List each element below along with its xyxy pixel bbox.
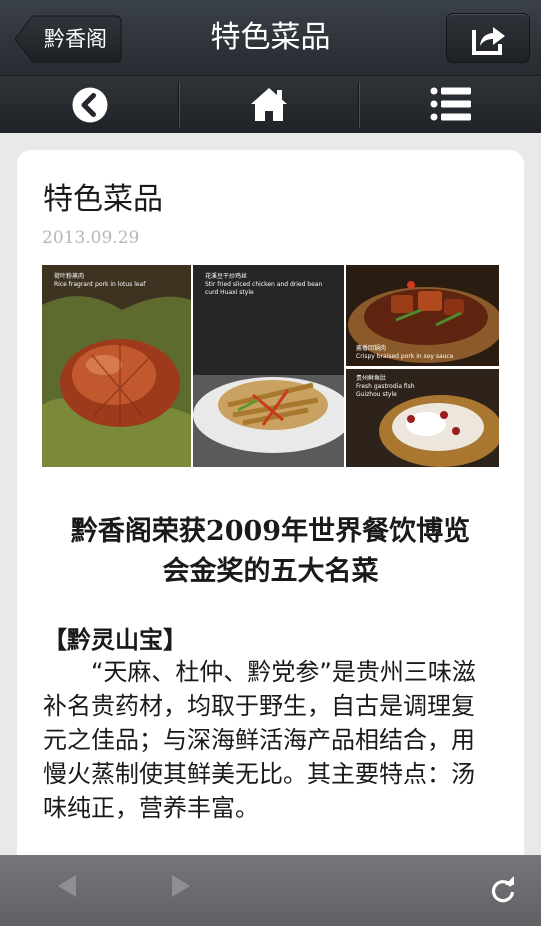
chevron-left-circle-icon: [72, 87, 108, 123]
photo-caption-cn: 酱香回锅肉: [356, 345, 387, 352]
photo-caption-cn: 荷叶粉蒸肉: [54, 273, 85, 280]
article-card: 特色菜品 2013.09.29 荷叶粉蒸肉 Rice fragrant pork…: [17, 150, 524, 870]
nav-menu-button[interactable]: [360, 76, 540, 133]
photo-caption-cn: 贵州鲜鱼肚: [356, 375, 387, 382]
title-bar: 黔香阁 特色菜品: [0, 0, 541, 76]
nav-home-button[interactable]: [180, 76, 360, 133]
photo-caption-cn: 花溪豆干炒鸡丝: [205, 273, 248, 280]
dish-photo-chicken-tofu: 花溪豆干炒鸡丝 Stir fried sliced chicken and dr…: [193, 265, 344, 467]
photo-caption-en: Rice fragrant pork in lotus leaf: [54, 281, 146, 288]
dish-photo-lotus-pork: 荷叶粉蒸肉 Rice fragrant pork in lotus leaf: [42, 265, 191, 467]
share-icon: [472, 27, 505, 55]
article-body-text: “天麻、杜仲、黔党参”是贵州三味滋补名贵药材，均取于野生，自古是调理复元之佳品；…: [43, 658, 476, 822]
photo-caption-en: Fresh gastrodia fish Guizhou style: [356, 383, 415, 398]
refresh-icon[interactable]: [490, 876, 516, 904]
share-button[interactable]: [446, 13, 530, 63]
lotus-pork-image: [42, 265, 191, 467]
nav-back-button[interactable]: [0, 76, 180, 133]
headline-line: 会金奖的五大名菜: [162, 556, 379, 587]
arrow-right-icon[interactable]: [170, 873, 192, 899]
section-title: 【黔灵山宝】: [43, 626, 187, 654]
bottom-toolbar: [0, 855, 541, 926]
nav-bar: [0, 76, 541, 133]
photo-caption-en: Crispy braised pork in soy sauce: [356, 353, 454, 360]
article-title: 特色菜品: [43, 182, 163, 217]
article-date: 2013.09.29: [42, 228, 140, 248]
headline-line: 黔香阁荣获2009年世界餐饮博览: [70, 516, 471, 547]
dish-photo-braised-pork: 酱香回锅肉 Crispy braised pork in soy sauce: [346, 265, 499, 366]
arrow-left-icon[interactable]: [56, 873, 78, 899]
article-headline: 黔香阁荣获2009年世界餐饮博览 会金奖的五大名菜: [17, 512, 524, 592]
photo-caption-en: Stir fried sliced chicken and dried bean…: [205, 281, 323, 296]
dish-photo-fish-maw: 贵州鲜鱼肚 Fresh gastrodia fish Guizhou style: [346, 369, 499, 467]
home-icon: [251, 88, 287, 121]
list-icon: [430, 87, 471, 121]
